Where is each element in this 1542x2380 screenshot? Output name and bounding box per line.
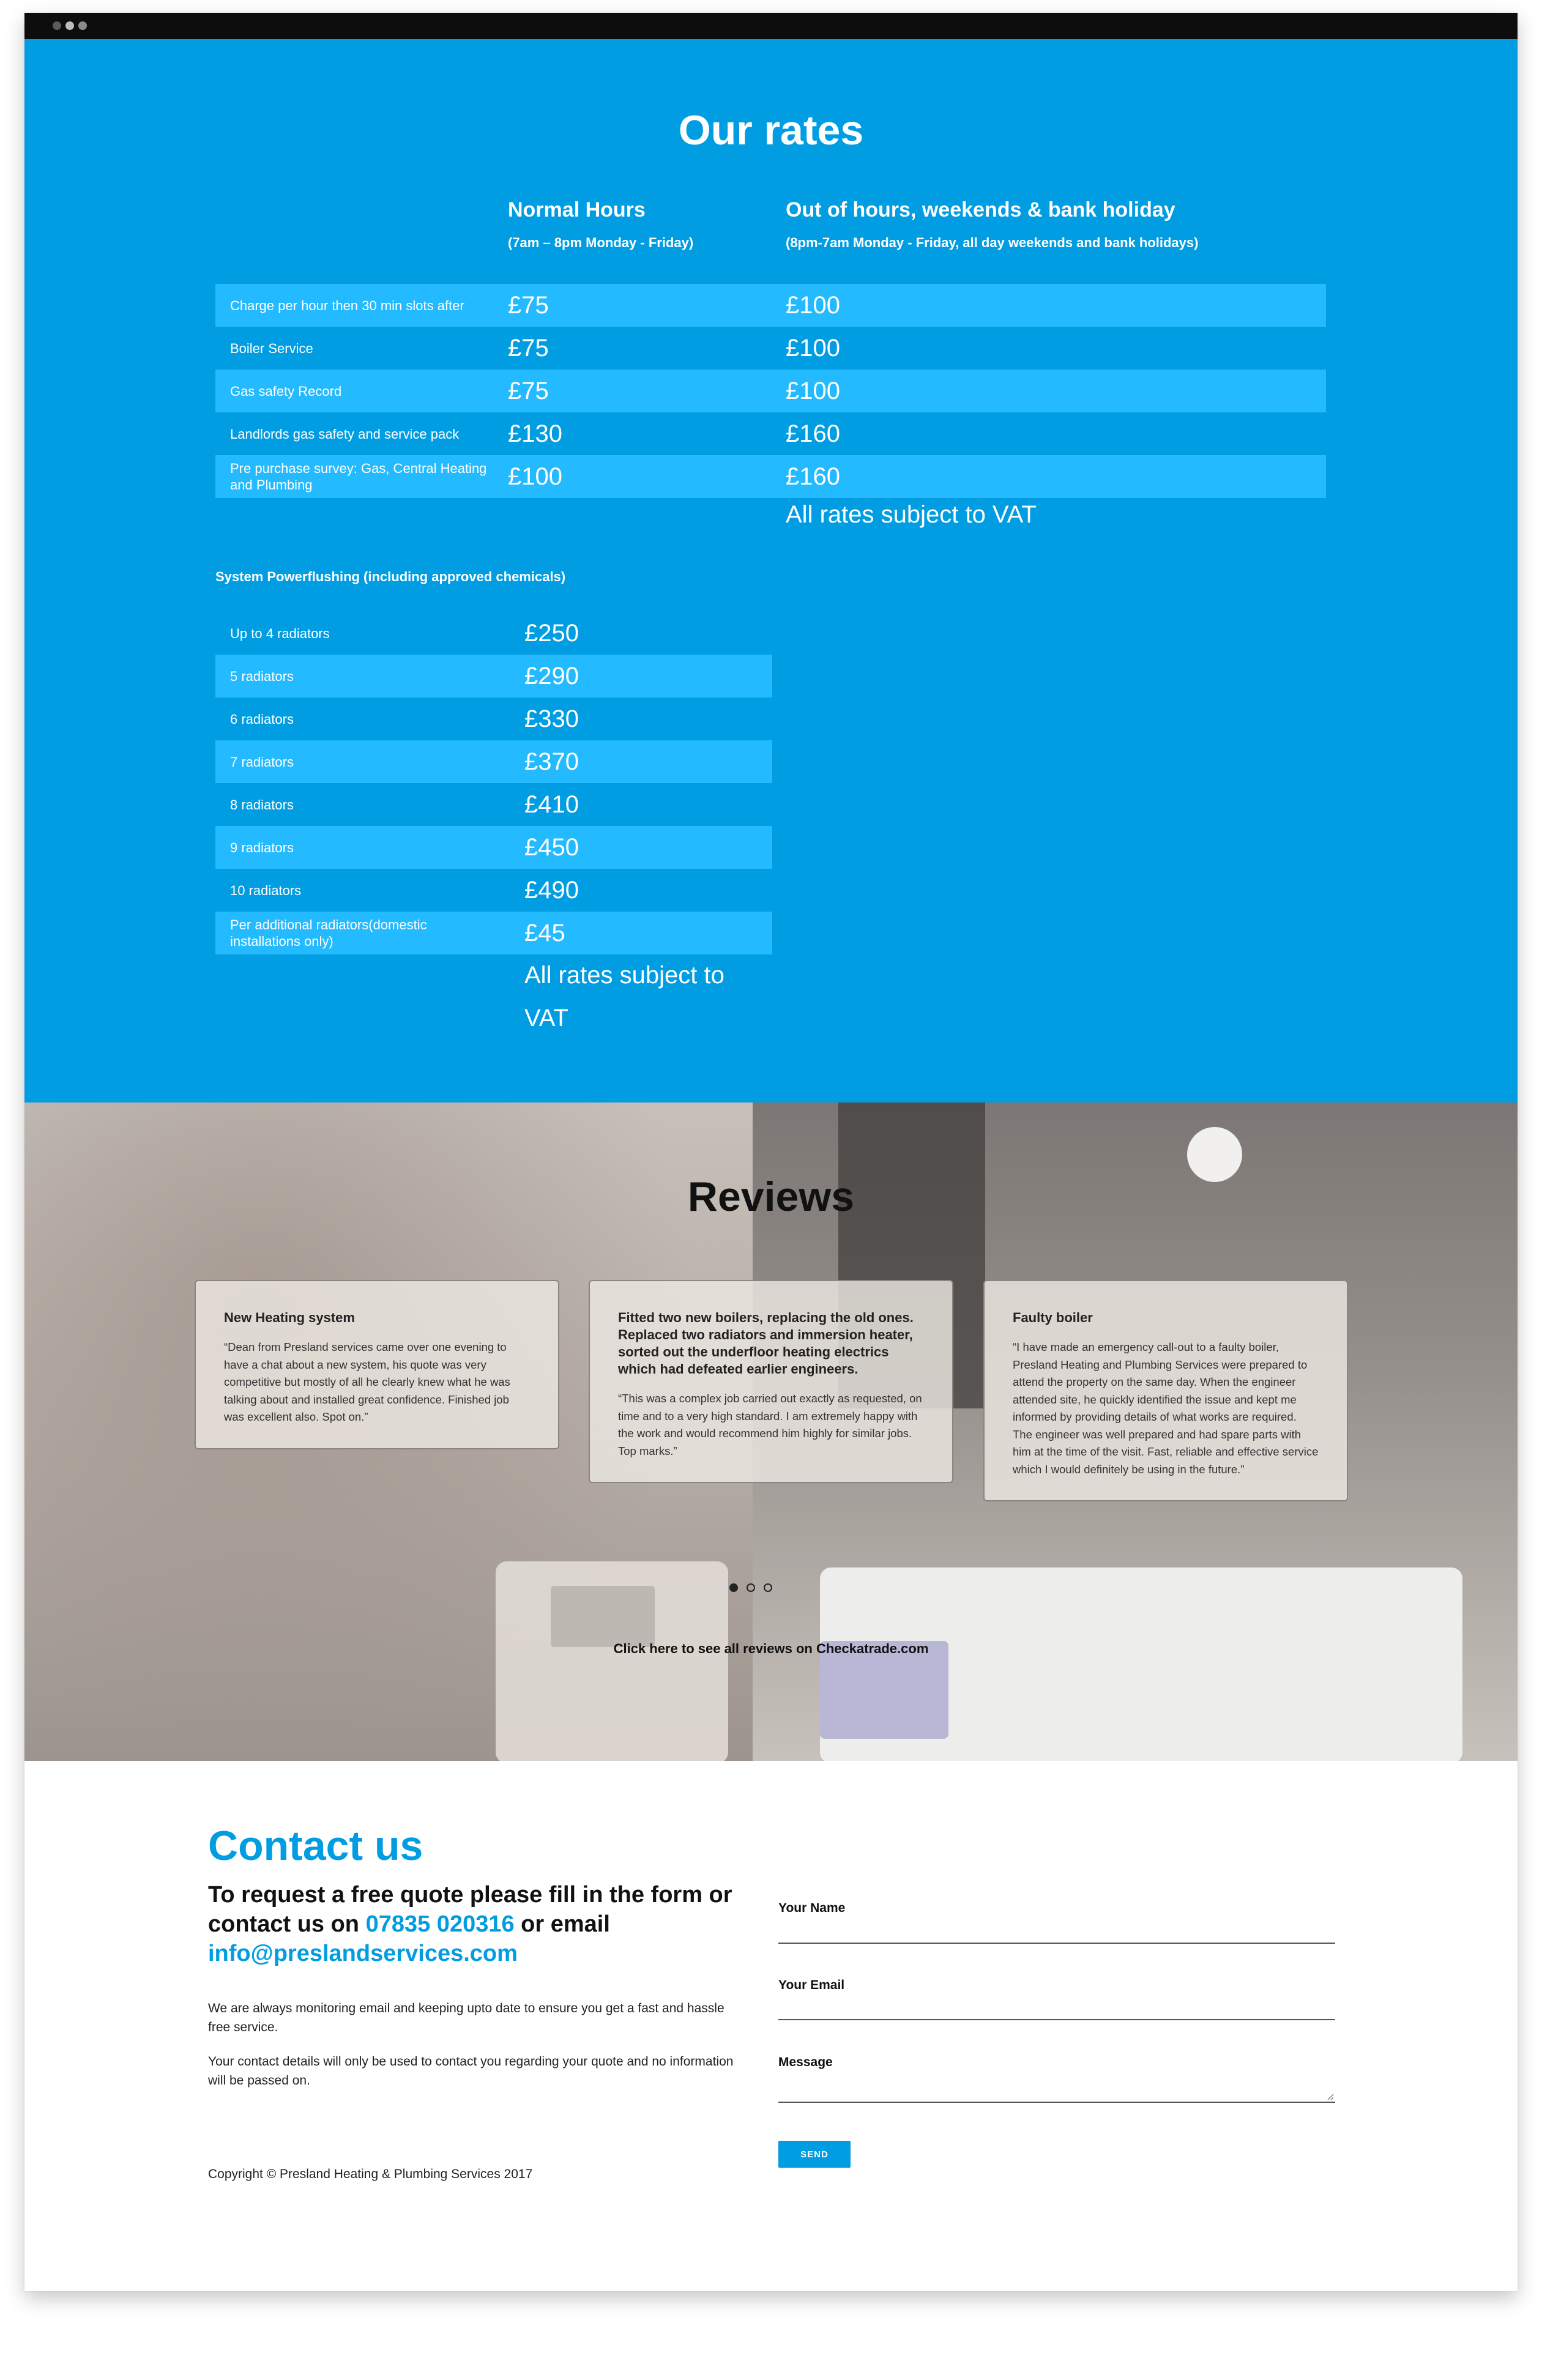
send-button[interactable]: SEND [778, 2141, 851, 2168]
contact-monitoring-text: We are always monitoring email and keepi… [208, 2001, 724, 2034]
review-pager-dot[interactable] [764, 1583, 772, 1592]
rate-out-of-hours-price: £100 [786, 377, 840, 404]
powerflush-row: 5 radiators £290 [215, 655, 772, 697]
rate-row: Charge per hour then 30 min slots after … [215, 284, 1326, 327]
powerflush-label: 9 radiators [230, 839, 294, 855]
rate-row: Boiler Service £75 £100 [215, 327, 1326, 370]
rate-normal-price: £75 [508, 334, 549, 362]
checkatrade-reviews-link[interactable]: Click here to see all reviews on Checkat… [24, 1641, 1518, 1657]
window-close-dot[interactable] [53, 21, 61, 30]
out-of-hours-subheading: (8pm-7am Monday - Friday, all day weeken… [786, 235, 1199, 250]
rates-vat-note: All rates subject to VAT [786, 501, 1037, 528]
powerflush-row: 6 radiators £330 [215, 697, 772, 740]
rate-normal-price: £75 [508, 291, 549, 319]
powerflush-row: Up to 4 radiators £250 [215, 612, 772, 655]
review-pager-dot[interactable] [747, 1583, 755, 1592]
rates-title: Our rates [678, 107, 864, 154]
review-body: “I have made an emergency call-out to a … [1013, 1341, 1319, 1476]
contact-lead: To request a free quote please fill in t… [208, 1880, 747, 1968]
normal-hours-subheading: (7am – 8pm Monday - Friday) [508, 235, 694, 250]
contact-email-link[interactable]: info@preslandservices.com [208, 1941, 518, 1966]
powerflush-row: 10 radiators £490 [215, 869, 772, 912]
rates-section: Our rates Normal Hours (7am – 8pm Monday… [24, 39, 1518, 1103]
browser-window: Our rates Normal Hours (7am – 8pm Monday… [24, 13, 1518, 2291]
email-input[interactable] [778, 2019, 1335, 2020]
rate-label: Landlords gas safety and service pack [230, 426, 460, 442]
review-title: New Heating system [224, 1310, 355, 1325]
powerflush-price: £250 [524, 619, 579, 647]
powerflushing-title: System Powerflushing (including approved… [215, 569, 566, 584]
window-maximize-dot[interactable] [78, 21, 87, 30]
rate-normal-price: £75 [508, 377, 549, 404]
rate-out-of-hours-price: £160 [786, 463, 840, 490]
rate-label: Boiler Service [230, 340, 313, 356]
review-body: “This was a complex job carried out exac… [618, 1392, 922, 1457]
window-titlebar [24, 13, 1518, 39]
powerflush-label: 7 radiators [230, 754, 294, 770]
contact-phone-link[interactable]: 07835 020316 [366, 1911, 515, 1937]
message-textarea[interactable] [778, 2102, 1335, 2103]
reviews-title: Reviews [687, 1173, 855, 1220]
review-card: Fitted two new boilers, replacing the ol… [589, 1280, 953, 1483]
powerflush-price: £490 [524, 876, 579, 904]
powerflush-price: £410 [524, 790, 579, 818]
review-title: Faulty boiler [1013, 1310, 1093, 1325]
rate-row: Landlords gas safety and service pack £1… [215, 412, 1326, 455]
powerflush-price: £290 [524, 662, 579, 690]
window-minimize-dot[interactable] [65, 21, 74, 30]
rate-out-of-hours-price: £100 [786, 334, 840, 362]
copyright-text: Copyright © Presland Heating & Plumbing … [208, 2167, 533, 2181]
textarea-resize-handle[interactable] [1327, 2093, 1334, 2100]
out-of-hours-heading: Out of hours, weekends & bank holiday [786, 198, 1175, 221]
powerflush-label: 6 radiators [230, 711, 294, 727]
rate-label: Pre purchase survey: Gas, Central Heatin… [230, 461, 487, 493]
name-input[interactable] [778, 1943, 1335, 1944]
powerflush-label: Up to 4 radiators [230, 625, 330, 641]
name-field-label: Your Name [778, 1901, 846, 1915]
rate-label: Gas safety Record [230, 383, 342, 399]
reviews-section: Reviews New Heating system “Dean from Pr… [24, 1103, 1518, 1761]
powerflush-label: 5 radiators [230, 668, 294, 684]
review-body: “Dean from Presland services came over o… [224, 1341, 510, 1423]
powerflush-price: £450 [524, 833, 579, 861]
powerflush-label: Per additional radiators(domestic instal… [230, 917, 427, 949]
powerflush-row: 9 radiators £450 [215, 826, 772, 869]
rate-normal-price: £130 [508, 420, 562, 447]
email-field-label: Your Email [778, 1978, 845, 1992]
review-title: Fitted two new boilers, replacing the ol… [618, 1310, 914, 1377]
powerflush-price: £330 [524, 705, 579, 732]
review-pager-dot-active[interactable] [729, 1583, 738, 1592]
powerflush-row: Per additional radiators(domestic instal… [215, 912, 772, 954]
message-field-label: Message [778, 2055, 833, 2069]
rate-out-of-hours-price: £160 [786, 420, 840, 447]
normal-hours-heading: Normal Hours [508, 198, 646, 221]
powerflush-row: 8 radiators £410 [215, 783, 772, 826]
powerflush-row: 7 radiators £370 [215, 740, 772, 783]
powerflush-price: £370 [524, 748, 579, 775]
rate-row: Gas safety Record £75 £100 [215, 370, 1326, 412]
contact-title: Contact us [208, 1823, 423, 1869]
powerflush-vat-note: All rates subject to VAT [524, 962, 724, 1032]
review-card: New Heating system “Dean from Presland s… [195, 1280, 559, 1449]
rate-out-of-hours-price: £100 [786, 291, 840, 319]
powerflush-label: 10 radiators [230, 882, 302, 898]
powerflush-label: 8 radiators [230, 797, 294, 813]
rate-row: Pre purchase survey: Gas, Central Heatin… [215, 455, 1326, 498]
review-card: Faulty boiler “I have made an emergency … [983, 1280, 1348, 1501]
rate-normal-price: £100 [508, 463, 562, 490]
powerflush-price: £45 [524, 919, 565, 946]
rate-label: Charge per hour then 30 min slots after [230, 297, 464, 313]
contact-privacy-text: Your contact details will only be used t… [208, 2055, 734, 2088]
contact-lead-middle: or email [514, 1911, 610, 1937]
